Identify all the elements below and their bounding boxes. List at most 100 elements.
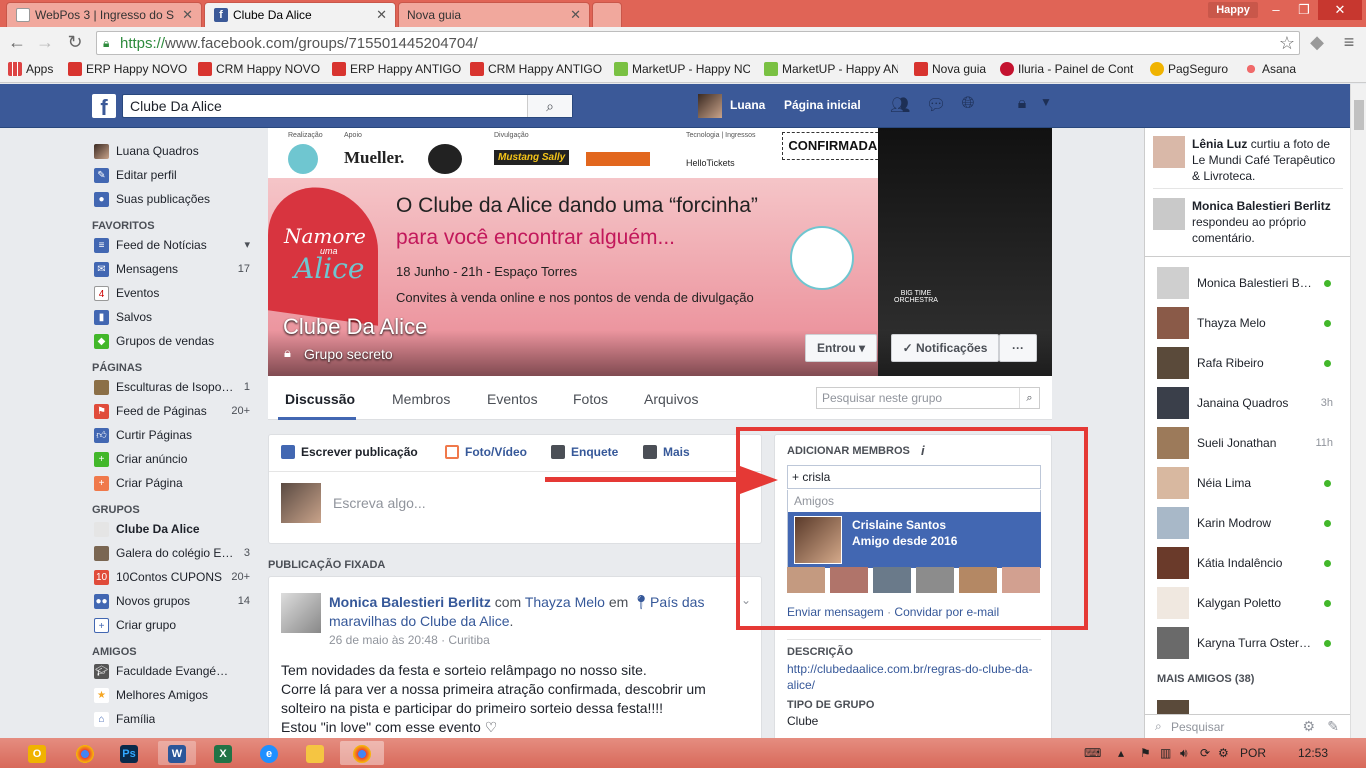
poll-tab[interactable]: Enquete <box>551 445 618 459</box>
bookmark-pagseguro[interactable]: PagSeguro <box>1150 62 1240 76</box>
browser-tab-nova[interactable]: Nova guia ✕ <box>398 2 590 27</box>
back-icon[interactable]: ← <box>6 31 28 53</box>
new-tab-button[interactable] <box>592 2 622 27</box>
tab-photos[interactable]: Fotos <box>573 391 608 407</box>
nav-your-posts[interactable]: ● Suas publicações <box>92 188 258 212</box>
chat-contact[interactable]: Thayza Melo <box>1157 307 1337 339</box>
chrome-active-icon[interactable] <box>340 741 384 765</box>
scrollbar-thumb[interactable] <box>1354 100 1364 130</box>
avatar[interactable] <box>698 94 722 118</box>
nav-messages[interactable]: ✉ Mensagens 17 <box>92 258 258 282</box>
scrollbar[interactable] <box>1350 84 1366 738</box>
profile-link[interactable]: Luana <box>730 98 765 112</box>
search-icon[interactable]: ⌕ <box>1019 388 1039 408</box>
nav-saved[interactable]: ▮ Salvos <box>92 306 258 330</box>
chat-search-input[interactable]: Pesquisar <box>1171 720 1224 734</box>
clock[interactable]: 12:53 <box>1298 746 1328 760</box>
sync-icon[interactable]: ⟳ <box>1200 746 1210 760</box>
nav-like-pages[interactable]: 👍︎ Curtir Páginas <box>92 424 258 448</box>
group-title[interactable]: Clube Da Alice <box>283 314 427 340</box>
tagged-link[interactable]: Thayza Melo <box>525 594 605 610</box>
tab-events[interactable]: Eventos <box>487 391 538 407</box>
author-link[interactable]: Monica Balestieri Berlitz <box>329 594 491 610</box>
nav-sale-groups[interactable]: ◆ Grupos de vendas <box>92 330 258 354</box>
browser-tab-webpos[interactable]: WebPos 3 | Ingresso do S ✕ <box>6 2 202 27</box>
bookmark-apps[interactable]: Apps <box>8 62 58 76</box>
nav-group-clube[interactable]: Clube Da Alice <box>92 518 258 542</box>
close-icon[interactable]: ✕ <box>182 7 193 23</box>
chat-contact[interactable]: Sueli Jonathan 11h <box>1157 427 1337 459</box>
profile-badge[interactable]: Happy <box>1208 2 1258 18</box>
nav-friends-faculdade[interactable]: 🎓︎ Faculdade Evangé… <box>92 660 258 684</box>
chevron-down-icon[interactable]: ▼ <box>1036 95 1056 115</box>
flag-icon[interactable]: ⚑ <box>1140 746 1151 760</box>
more-tab[interactable]: Mais <box>643 445 690 459</box>
bookmark-marketup-2[interactable]: MarketUP - Happy AN <box>764 62 898 76</box>
keyboard-icon[interactable]: ⌨ <box>1084 746 1101 760</box>
chevron-up-icon[interactable]: ▴ <box>1118 746 1124 760</box>
group-search-input[interactable]: Pesquisar neste grupo ⌕ <box>816 387 1040 409</box>
menu-icon[interactable]: ≡ <box>1338 31 1360 53</box>
chat-contact[interactable]: Janaina Quadros 3h <box>1157 387 1337 419</box>
nav-new-groups[interactable]: ●● Novos grupos 14 <box>92 590 258 614</box>
reload-icon[interactable]: ↻ <box>64 31 86 53</box>
language-indicator[interactable]: POR <box>1240 746 1266 760</box>
chat-contact[interactable]: Karin Modrow <box>1157 507 1337 539</box>
avatar[interactable] <box>281 593 321 633</box>
joined-button[interactable]: Entrou ▾ <box>805 334 877 362</box>
nav-create-page[interactable]: + Criar Página <box>92 472 258 496</box>
nav-pages-feed[interactable]: ⚑ Feed de Páginas 20+ <box>92 400 258 424</box>
chat-contact[interactable]: Monica Balestieri B… <box>1157 267 1337 299</box>
compose-icon[interactable]: ✎ <box>1327 718 1339 735</box>
nav-page-esculturas[interactable]: Esculturas de Isopo… 1 <box>92 376 258 400</box>
bookmark-marketup-1[interactable]: MarketUP - Happy NC <box>614 62 750 76</box>
forward-icon[interactable]: → <box>34 31 56 53</box>
description-link[interactable]: http://clubedaalice.com.br/regras-do-clu… <box>787 661 1041 693</box>
minimize-icon[interactable]: – <box>1262 0 1290 20</box>
excel-icon[interactable]: X <box>204 741 242 765</box>
nav-news-feed[interactable]: ≡ Feed de Notícias ▾ <box>92 234 258 258</box>
nav-events[interactable]: 4 Eventos <box>92 282 258 306</box>
bookmark-iluria[interactable]: Iluria - Painel de Cont <box>1000 62 1140 76</box>
nav-create-group[interactable]: + Criar grupo <box>92 614 258 638</box>
bookmark-erp-novo[interactable]: ERP Happy NOVO <box>68 62 192 76</box>
nav-friends-best[interactable]: ★ Melhores Amigos <box>92 684 258 708</box>
nav-create-ad[interactable]: + Criar anúncio <box>92 448 258 472</box>
word-icon[interactable]: W <box>158 741 196 765</box>
nav-friends-family[interactable]: ⌂ Família <box>92 708 258 732</box>
chat-contact[interactable]: Kalygan Poletto <box>1157 587 1337 619</box>
bookmark-asana[interactable]: Asana <box>1244 62 1304 76</box>
extension-icon[interactable]: ◆ <box>1306 31 1328 53</box>
facebook-logo-icon[interactable]: f <box>92 94 116 120</box>
bookmark-star-icon[interactable]: ☆ <box>1279 33 1295 54</box>
tab-discussion[interactable]: Discussão <box>285 391 355 407</box>
nav-edit-profile[interactable]: ✎ Editar perfil <box>92 164 258 188</box>
bookmark-nova-guia[interactable]: Nova guia <box>914 62 994 76</box>
address-bar[interactable]: 🔒︎ https://www.facebook.com/groups/71550… <box>96 31 1300 55</box>
network-icon[interactable]: ▥ <box>1160 746 1171 760</box>
restore-icon[interactable]: ❐ <box>1290 0 1318 20</box>
photo-video-tab[interactable]: Foto/Vídeo <box>445 445 527 459</box>
settings-icon[interactable]: ⚙ <box>1218 746 1229 760</box>
file-explorer-icon[interactable] <box>296 741 334 765</box>
bookmark-crm-novo[interactable]: CRM Happy NOVO <box>198 62 322 76</box>
messages-icon[interactable]: 💬︎ <box>926 95 946 115</box>
home-link[interactable]: Página inicial <box>784 98 861 112</box>
photoshop-icon[interactable]: Ps <box>110 741 148 765</box>
chat-contact[interactable]: Karyna Turra Ostern… <box>1157 627 1337 659</box>
chat-contact[interactable]: Kátia Indalêncio <box>1157 547 1337 579</box>
nav-group-10contos[interactable]: 10 10Contos CUPONS 20+ <box>92 566 258 590</box>
bookmark-crm-antigo[interactable]: CRM Happy ANTIGO <box>470 62 604 76</box>
notifications-button[interactable]: ✓ Notificações <box>891 334 999 362</box>
bookmark-erp-antigo[interactable]: ERP Happy ANTIGO <box>332 62 462 76</box>
tab-members[interactable]: Membros <box>392 391 450 407</box>
nav-group-galera[interactable]: Galera do colégio E… 3 <box>92 542 258 566</box>
globe-icon[interactable]: 🌐︎ <box>958 95 978 115</box>
post-timestamp[interactable]: 26 de maio às 20:48 · Curitiba <box>329 633 490 647</box>
more-button[interactable]: ··· <box>999 334 1037 362</box>
internet-explorer-icon[interactable]: e <box>250 741 288 765</box>
browser-tab-clube[interactable]: f Clube Da Alice ✕ <box>204 2 396 27</box>
outlook-icon[interactable]: O <box>18 741 56 765</box>
close-icon[interactable]: ✕ <box>376 7 387 23</box>
privacy-shortcuts-icon[interactable]: 🔒︎ <box>1012 95 1032 115</box>
